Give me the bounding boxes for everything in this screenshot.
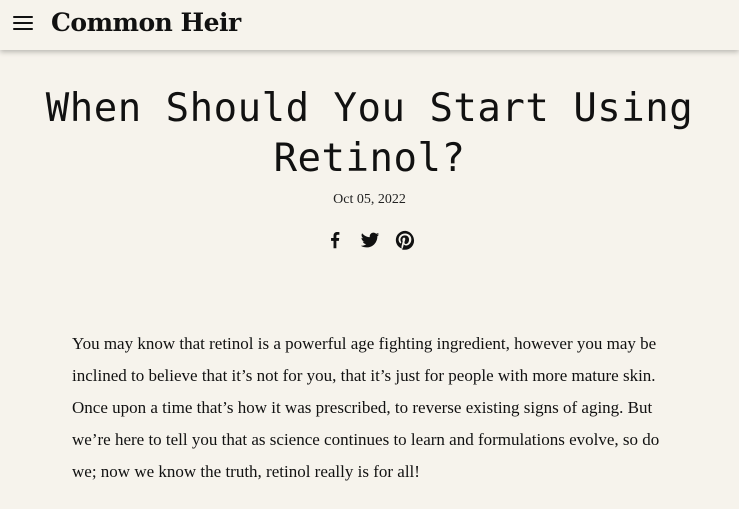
pinterest-icon[interactable] <box>394 229 416 251</box>
site-logo[interactable]: Common Heir <box>51 6 241 40</box>
site-header: Common Heir <box>0 0 739 50</box>
article-date: Oct 05, 2022 <box>333 192 406 207</box>
menu-bar-bottom <box>13 28 33 30</box>
menu-bar-middle <box>13 22 33 24</box>
article-paragraph: You may know that retinol is a powerful … <box>72 334 660 481</box>
facebook-icon[interactable] <box>324 229 346 251</box>
share-bar <box>324 228 416 252</box>
twitter-icon[interactable] <box>359 229 381 251</box>
hamburger-menu-icon[interactable] <box>13 15 33 31</box>
article-title: When Should You Start Using Retinol? <box>45 86 694 181</box>
menu-bar-top <box>13 16 33 18</box>
